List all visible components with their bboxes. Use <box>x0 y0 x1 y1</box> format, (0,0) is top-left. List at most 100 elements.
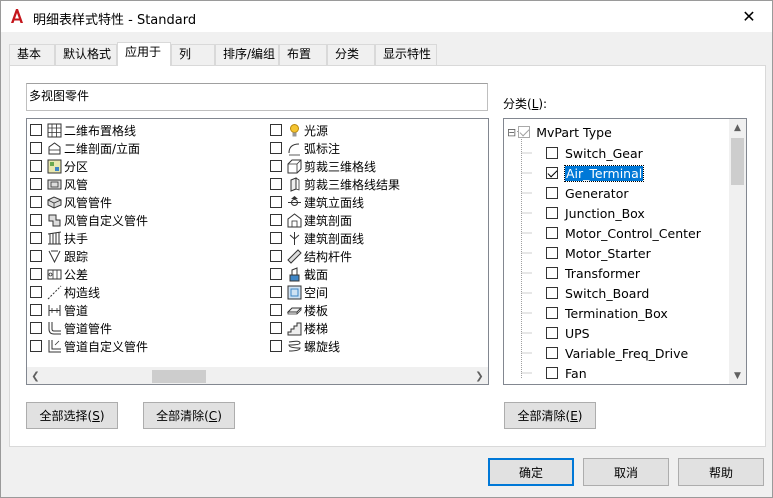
tab-apply-to[interactable]: 应用于 <box>117 42 171 66</box>
close-window-button[interactable]: ✕ <box>726 1 772 32</box>
ok-button[interactable]: 确定 <box>488 458 574 486</box>
list-item-space[interactable]: 空间 <box>270 283 328 301</box>
checkbox[interactable] <box>270 124 282 136</box>
checkbox[interactable] <box>270 286 282 298</box>
tab-default-format[interactable]: 默认格式 <box>55 44 117 65</box>
list-item-trace[interactable]: 跟踪 <box>30 247 88 265</box>
checkbox[interactable] <box>30 178 42 190</box>
classification-clear-all-button[interactable]: 全部清除(E) <box>504 402 596 429</box>
object-type-field[interactable]: 多视图零件 <box>26 83 488 111</box>
tree-item-motor-starter[interactable]: Motor_Starter <box>546 243 651 263</box>
checkbox[interactable] <box>30 196 42 208</box>
checkbox[interactable] <box>30 268 42 280</box>
checkbox[interactable] <box>546 147 558 159</box>
checkbox[interactable] <box>270 304 282 316</box>
checkbox[interactable] <box>30 286 42 298</box>
list-item-tolerance[interactable]: 公差 <box>30 265 88 283</box>
tree-item-air-terminal[interactable]: Air_Terminal <box>546 163 645 183</box>
checkbox[interactable] <box>546 367 558 379</box>
checkbox[interactable] <box>270 268 282 280</box>
tree-item-motor-control-center[interactable]: Motor_Control_Center <box>546 223 701 243</box>
checkbox[interactable] <box>546 287 558 299</box>
list-item-2d-section-elevation[interactable]: 二维剖面/立面 <box>30 139 140 157</box>
list-item-duct-custom-fitting[interactable]: 风管自定义管件 <box>30 211 148 229</box>
list-item-pipe-fitting[interactable]: 管道管件 <box>30 319 112 337</box>
list-item-duct[interactable]: 风管 <box>30 175 88 193</box>
collapse-icon[interactable]: ⊟ <box>507 126 516 139</box>
list-item-slab[interactable]: 楼板 <box>270 301 328 319</box>
tab-basic[interactable]: 基本 <box>9 44 55 65</box>
scrollbar-thumb[interactable] <box>152 370 206 383</box>
tree-item-transformer[interactable]: Transformer <box>546 263 640 283</box>
checkbox[interactable] <box>30 232 42 244</box>
list-item-helix[interactable]: 螺旋线 <box>270 337 340 355</box>
list-item-clip-3d-grid-result[interactable]: 剪裁三维格线结果 <box>270 175 400 193</box>
checkbox[interactable] <box>30 124 42 136</box>
checkbox[interactable] <box>270 322 282 334</box>
tab-layout[interactable]: 布置 <box>279 44 327 65</box>
checkbox[interactable] <box>546 307 558 319</box>
checkbox[interactable] <box>270 178 282 190</box>
checkbox[interactable] <box>518 126 531 138</box>
tree-item-junction-box[interactable]: Junction_Box <box>546 203 645 223</box>
scrollbar-thumb[interactable] <box>731 138 744 185</box>
checkbox[interactable] <box>546 327 558 339</box>
scroll-up-icon[interactable]: ▲ <box>729 119 746 136</box>
checkbox[interactable] <box>546 247 558 259</box>
tab-sort-group[interactable]: 排序/编组 <box>215 44 279 65</box>
list-item-pipe-custom-fitting[interactable]: 管道自定义管件 <box>30 337 148 355</box>
list-item-structural-member[interactable]: 结构杆件 <box>270 247 352 265</box>
checkbox[interactable] <box>30 304 42 316</box>
list-item-zone[interactable]: 分区 <box>30 157 88 175</box>
checkbox[interactable] <box>270 142 282 154</box>
scroll-right-icon[interactable]: ❯ <box>471 368 488 384</box>
checkbox[interactable] <box>30 214 42 226</box>
list-item-clip-3d-grid[interactable]: 剪裁三维格线 <box>270 157 376 175</box>
checkbox[interactable] <box>270 250 282 262</box>
list-item-building-section-line[interactable]: 建筑剖面线 <box>270 229 364 247</box>
tab-display-properties[interactable]: 显示特性 <box>375 44 437 65</box>
checkbox[interactable] <box>546 167 558 179</box>
tree-root-mvpart-type[interactable]: ⊟ MvPart Type <box>507 122 612 142</box>
checkbox[interactable] <box>270 196 282 208</box>
scroll-left-icon[interactable]: ❮ <box>27 368 44 384</box>
list-item-light-source[interactable]: 光源 <box>270 121 328 139</box>
tree-item-switch-gear[interactable]: Switch_Gear <box>546 143 643 163</box>
checkbox[interactable] <box>546 207 558 219</box>
checkbox[interactable] <box>546 227 558 239</box>
help-button[interactable]: 帮助 <box>678 458 764 486</box>
horizontal-scrollbar[interactable]: ❮ ❯ <box>27 367 488 384</box>
checkbox[interactable] <box>546 187 558 199</box>
select-all-button[interactable]: 全部选择(S) <box>26 402 118 429</box>
checkbox[interactable] <box>30 322 42 334</box>
tree-item-variable-freq-drive[interactable]: Variable_Freq_Drive <box>546 343 688 363</box>
list-item-pipe[interactable]: 管道 <box>30 301 88 319</box>
checkbox[interactable] <box>30 160 42 172</box>
tree-item-ups[interactable]: UPS <box>546 323 590 343</box>
checkbox[interactable] <box>30 142 42 154</box>
cancel-button[interactable]: 取消 <box>583 458 669 486</box>
checkbox[interactable] <box>30 250 42 262</box>
tree-item-termination-box[interactable]: Termination_Box <box>546 303 668 323</box>
list-item-section[interactable]: 截面 <box>270 265 328 283</box>
vertical-scrollbar[interactable]: ▲ ▼ <box>729 119 746 384</box>
list-item-stair[interactable]: 楼梯 <box>270 319 328 337</box>
list-item-arc-dimension[interactable]: 弧标注 <box>270 139 340 157</box>
clear-all-button[interactable]: 全部清除(C) <box>143 402 235 429</box>
checkbox[interactable] <box>270 232 282 244</box>
checkbox[interactable] <box>546 347 558 359</box>
tab-classification[interactable]: 分类 <box>327 44 375 65</box>
list-item-building-section[interactable]: 建筑剖面 <box>270 211 352 229</box>
tree-item-generator[interactable]: Generator <box>546 183 628 203</box>
list-item-2d-layout-grid[interactable]: 二维布置格线 <box>30 121 136 139</box>
tree-item-switch-board[interactable]: Switch_Board <box>546 283 649 303</box>
tree-item-fan[interactable]: Fan <box>546 363 587 383</box>
list-item-duct-fitting[interactable]: 风管管件 <box>30 193 112 211</box>
list-item-construction-line[interactable]: 构造线 <box>30 283 100 301</box>
checkbox[interactable] <box>546 267 558 279</box>
checkbox[interactable] <box>30 340 42 352</box>
list-item-railing[interactable]: 扶手 <box>30 229 88 247</box>
checkbox[interactable] <box>270 214 282 226</box>
checkbox[interactable] <box>270 160 282 172</box>
tab-columns[interactable]: 列 <box>171 44 215 65</box>
